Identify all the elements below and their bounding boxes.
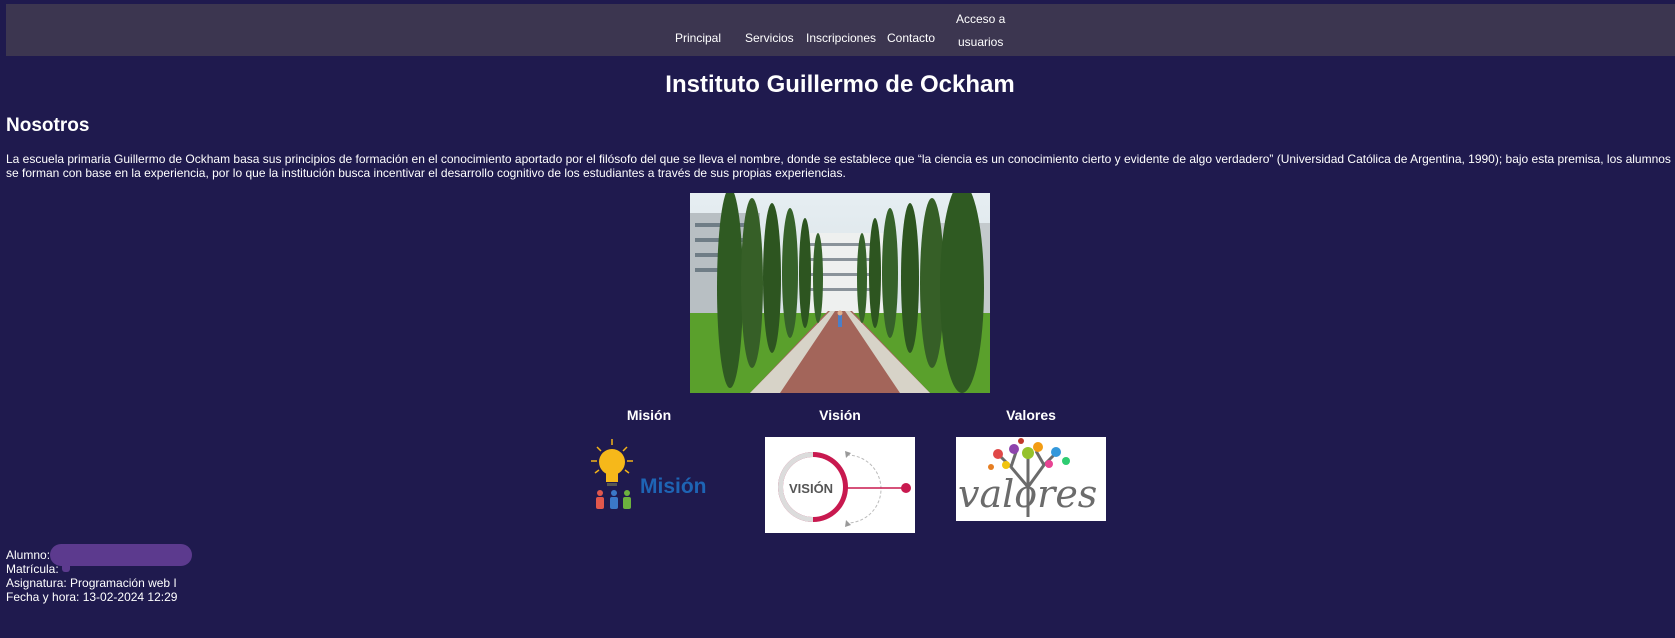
matricula-label: Matrícula: bbox=[6, 562, 59, 576]
nav-acceso-line1: Acceso a bbox=[956, 12, 1006, 26]
redacted-matricula bbox=[62, 560, 70, 572]
nav-link-contacto[interactable]: Contacto bbox=[887, 31, 935, 45]
values-tree-icon: valores bbox=[956, 437, 1106, 521]
section-title-nosotros: Nosotros bbox=[6, 115, 90, 136]
valores-title: Valores bbox=[1006, 407, 1056, 423]
mision-title: Misión bbox=[626, 407, 672, 423]
top-navbar: Principal Servicios Inscripciones Contac… bbox=[6, 4, 1675, 56]
page-title: Instituto Guillermo de Ockham bbox=[665, 71, 1015, 98]
fecha-line: Fecha y hora: 13-02-2024 12:29 bbox=[6, 590, 178, 604]
vision-target-icon: VISIÓN bbox=[765, 437, 915, 533]
nav-link-principal[interactable]: Principal bbox=[675, 31, 721, 45]
vision-title: Visión bbox=[819, 407, 861, 423]
nav-link-acceso-usuarios[interactable]: Acceso a usuarios bbox=[956, 8, 1005, 54]
mision-image-label: Misión bbox=[640, 475, 707, 498]
alumno-label: Alumno: bbox=[6, 548, 51, 562]
nav-acceso-line2: usuarios bbox=[958, 35, 1004, 49]
nav-link-servicios[interactable]: Servicios bbox=[745, 31, 794, 45]
lightbulb-people-icon: Misión bbox=[585, 437, 715, 522]
valores-image-label: valores bbox=[958, 472, 1097, 516]
asignatura-line: Asignatura: Programación web I bbox=[6, 576, 177, 590]
intro-paragraph: La escuela primaria Guillermo de Ockham … bbox=[6, 152, 1671, 180]
campus-photo bbox=[690, 193, 990, 393]
vision-image-label: VISIÓN bbox=[789, 481, 833, 496]
nav-link-inscripciones[interactable]: Inscripciones bbox=[806, 31, 876, 45]
redacted-name bbox=[50, 544, 192, 566]
